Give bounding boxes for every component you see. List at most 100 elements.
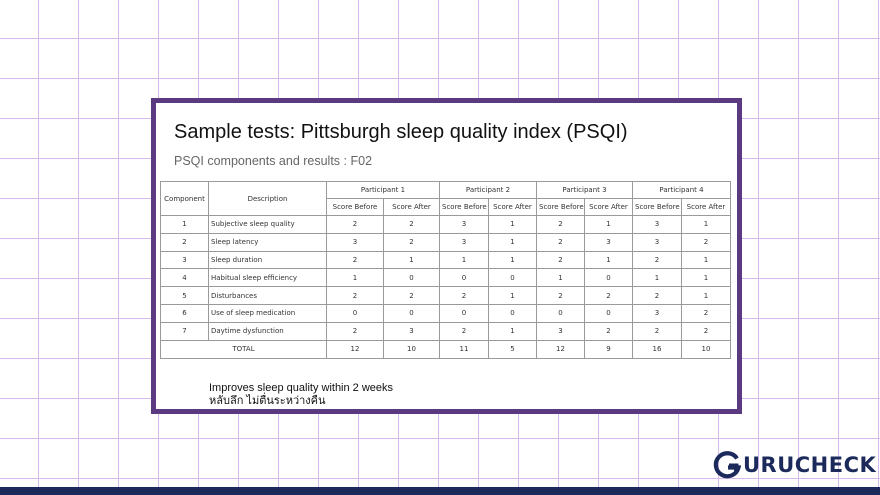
score-cell: 3: [632, 215, 682, 234]
component-number-cell: 2: [160, 232, 209, 252]
score-cell: 0: [584, 268, 633, 288]
score-cell: 1: [488, 321, 537, 341]
description-cell: Use of sleep medication: [208, 303, 327, 323]
total-cell: 10: [681, 339, 731, 360]
score-cell: 3: [326, 232, 384, 252]
footnote-line-english: Improves sleep quality within 2 weeks: [209, 382, 394, 394]
score-cell: 2: [383, 215, 440, 234]
score-cell: 1: [632, 268, 682, 288]
score-cell: 2: [536, 232, 585, 252]
table-row: 4 Habitual sleep efficiency 1 0 0 0 1 0 1 1: [160, 268, 731, 288]
table-row: 1 Subjective sleep quality 2 2 3 1 2 1 3 1: [160, 215, 731, 234]
footnote: Improves sleep quality within 2 weeks หล…: [209, 382, 393, 408]
score-cell: 2: [681, 303, 731, 323]
score-cell: 3: [439, 215, 489, 234]
score-cell: 1: [488, 215, 537, 234]
header-score-before: Score Before: [632, 198, 682, 216]
total-cell: 12: [326, 339, 384, 360]
component-number-cell: 5: [160, 286, 209, 305]
score-cell: 1: [488, 286, 537, 305]
table-row: 7 Daytime dysfunction 2 3 2 1 3 2 2 2: [160, 321, 731, 341]
score-cell: 1: [536, 268, 585, 288]
score-cell: 3: [632, 303, 682, 323]
score-cell: 1: [326, 268, 384, 288]
score-cell: 3: [584, 232, 633, 252]
header-score-after: Score After: [383, 198, 440, 216]
score-cell: 1: [681, 250, 731, 270]
score-cell: 2: [326, 215, 384, 234]
component-number-cell: 3: [160, 250, 209, 270]
score-cell: 1: [681, 286, 731, 305]
description-cell: Daytime dysfunction: [208, 321, 327, 341]
description-cell: Subjective sleep quality: [208, 215, 327, 234]
score-cell: 2: [536, 250, 585, 270]
score-cell: 1: [488, 232, 537, 252]
header-score-before: Score Before: [439, 198, 489, 216]
total-cell: 9: [584, 339, 633, 360]
score-cell: 1: [681, 215, 731, 234]
slide-frame: Sample tests: Pittsburgh sleep quality i…: [151, 98, 742, 414]
table-row: 2 Sleep latency 3 2 3 1 2 3 3 2: [160, 232, 731, 252]
header-participant-1: Participant 1: [326, 181, 440, 199]
score-cell: 2: [536, 286, 585, 305]
score-cell: 2: [383, 232, 440, 252]
score-cell: 1: [584, 215, 633, 234]
score-cell: 2: [326, 250, 384, 270]
table-row: 5 Disturbances 2 2 2 1 2 2 2 1: [160, 286, 731, 305]
total-cell: 11: [439, 339, 489, 360]
total-cell: 5: [488, 339, 537, 360]
score-cell: 2: [439, 321, 489, 341]
component-number-cell: 7: [160, 321, 209, 341]
header-score-before: Score Before: [536, 198, 585, 216]
header-score-after: Score After: [488, 198, 537, 216]
score-cell: 0: [383, 268, 440, 288]
score-cell: 2: [439, 286, 489, 305]
score-cell: 2: [584, 321, 633, 341]
component-number-cell: 4: [160, 268, 209, 288]
header-participant-4: Participant 4: [632, 181, 731, 199]
score-cell: 2: [536, 215, 585, 234]
logo-wordmark: URUCHECK: [743, 453, 877, 477]
slide-title: Sample tests: Pittsburgh sleep quality i…: [174, 121, 628, 143]
total-cell: 16: [632, 339, 682, 360]
g-logo-icon: [713, 451, 742, 479]
score-cell: 2: [632, 321, 682, 341]
header-description: Description: [208, 181, 327, 216]
score-cell: 2: [681, 232, 731, 252]
gurucheck-logo: URUCHECK: [712, 449, 876, 481]
component-number-cell: 1: [160, 215, 209, 234]
psqi-table: Component Description Participant 1 Part…: [160, 181, 731, 360]
score-cell: 2: [681, 321, 731, 341]
score-cell: 0: [383, 303, 440, 323]
description-cell: Habitual sleep efficiency: [208, 268, 327, 288]
component-number-cell: 6: [160, 303, 209, 323]
score-cell: 0: [488, 303, 537, 323]
score-cell: 2: [326, 286, 384, 305]
slide-subtitle: PSQI components and results : F02: [174, 154, 373, 168]
score-cell: 3: [632, 232, 682, 252]
header-component: Component: [160, 181, 209, 216]
total-cell: 10: [383, 339, 440, 360]
score-cell: 1: [439, 250, 489, 270]
score-cell: 1: [383, 250, 440, 270]
header-participant-3: Participant 3: [536, 181, 633, 199]
table-row: 6 Use of sleep medication 0 0 0 0 0 0 3 2: [160, 303, 731, 323]
description-cell: Sleep duration: [208, 250, 327, 270]
score-cell: 3: [439, 232, 489, 252]
score-cell: 0: [439, 268, 489, 288]
bottom-bar: [0, 487, 880, 495]
score-cell: 1: [681, 268, 731, 288]
total-label: TOTAL: [160, 339, 327, 360]
score-cell: 2: [632, 286, 682, 305]
table-row: 3 Sleep duration 2 1 1 1 2 1 2 1: [160, 250, 731, 270]
score-cell: 1: [584, 250, 633, 270]
score-cell: 2: [584, 286, 633, 305]
score-cell: 1: [488, 250, 537, 270]
description-cell: Disturbances: [208, 286, 327, 305]
header-score-after: Score After: [584, 198, 633, 216]
score-cell: 0: [488, 268, 537, 288]
total-cell: 12: [536, 339, 585, 360]
score-cell: 3: [383, 321, 440, 341]
score-cell: 0: [439, 303, 489, 323]
table-row-total: TOTAL 12 10 11 5 12 9 16 10: [160, 339, 731, 360]
